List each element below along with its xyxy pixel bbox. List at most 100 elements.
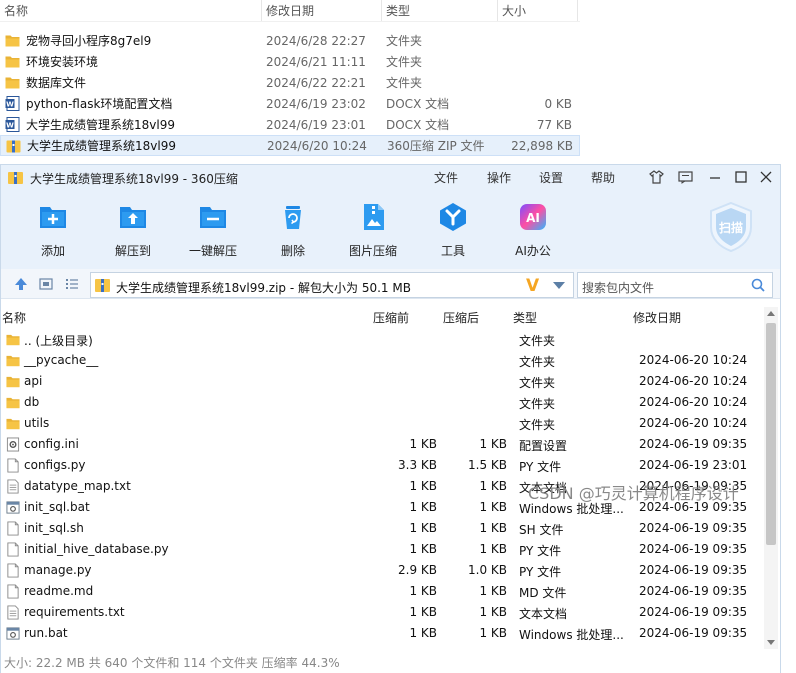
file-name: utils	[24, 416, 50, 430]
file-date: 2024-06-20 10:24	[639, 374, 748, 388]
zip-file-row[interactable]: utils 文件夹 2024-06-20 10:24	[1, 413, 763, 434]
file-size-before: 3.3 KB	[398, 458, 437, 472]
v-logo-icon: V	[526, 276, 540, 296]
explorer-row-size: 22,898 KB	[511, 138, 573, 153]
explorer-row-size: 0 KB	[544, 96, 572, 111]
file-icon	[6, 458, 20, 473]
explorer-row[interactable]: W 大学生成绩管理系统18vl99 2024/6/19 23:01 DOCX 文档 77…	[0, 114, 580, 135]
file-size-after: 1 KB	[479, 437, 507, 451]
explorer-col-date[interactable]: 修改日期	[262, 0, 382, 21]
file-size-after: 1 KB	[479, 626, 507, 640]
extract-to-button[interactable]: 解压到	[93, 201, 173, 259]
image-compress-button[interactable]: 图片压缩	[333, 201, 413, 259]
explorer-col-size[interactable]: 大小	[498, 0, 578, 21]
file-size-after: 1.5 KB	[468, 458, 507, 472]
file-date: 2024-06-19 09:35	[639, 563, 748, 577]
explorer-col-name-label: 名称	[4, 4, 29, 18]
folder-icon	[6, 374, 20, 389]
explorer-col-name[interactable]: 名称	[0, 0, 262, 21]
menu-settings[interactable]: 设置	[539, 169, 563, 186]
file-name: requirements.txt	[24, 605, 125, 619]
up-arrow-icon[interactable]	[14, 277, 28, 291]
search-icon[interactable]	[751, 278, 765, 292]
file-type: 文件夹	[519, 376, 556, 390]
file-type: SH 文件	[519, 523, 564, 537]
explorer-col-type-label: 类型	[386, 4, 411, 18]
vertical-scrollbar[interactable]	[764, 307, 778, 649]
file-icon	[6, 563, 20, 578]
maximize-icon[interactable]	[732, 168, 750, 186]
col-name[interactable]: 名称	[2, 309, 26, 326]
ai-office-button[interactable]: AI AI办公	[493, 201, 573, 259]
file-type: PY 文件	[519, 544, 562, 558]
tools-icon	[440, 203, 466, 231]
zip-file-row[interactable]: db 文件夹 2024-06-20 10:24	[1, 392, 763, 413]
zip-window: 大学生成绩管理系统18vl99 - 360压缩 文件 操作 设置 帮助 添加 解…	[0, 164, 781, 673]
file-name: api	[24, 374, 43, 388]
explorer-row-type: 文件夹	[386, 34, 423, 48]
svg-text:W: W	[6, 101, 14, 109]
zip-file-row[interactable]: initial_hive_database.py 1 KB 1 KB PY 文件 202…	[1, 539, 763, 560]
one-click-extract-button[interactable]: 一键解压	[173, 201, 253, 259]
delete-button[interactable]: 删除	[253, 201, 333, 259]
feedback-icon[interactable]	[676, 168, 694, 186]
explorer-row-name: 大学生成绩管理系统18vl99	[27, 139, 176, 153]
zip-file-row[interactable]: .. (上级目录) 文件夹	[1, 329, 763, 350]
file-size-before: 1 KB	[409, 521, 437, 535]
zip-file-row[interactable]: api 文件夹 2024-06-20 10:24	[1, 371, 763, 392]
path-dropdown-icon[interactable]	[553, 282, 565, 289]
zip-file-row[interactable]: init_sql.sh 1 KB 1 KB SH 文件 2024-06-19 09:35	[1, 518, 763, 539]
file-name: config.ini	[24, 437, 79, 451]
image-compress-label: 图片压缩	[348, 244, 397, 258]
scroll-thumb[interactable]	[766, 323, 776, 545]
add-button[interactable]: 添加	[13, 201, 93, 259]
view-thumbnail-icon[interactable]	[39, 277, 53, 291]
zip-archive-icon	[95, 279, 110, 292]
menu-help[interactable]: 帮助	[591, 169, 615, 186]
zip-file-row[interactable]: requirements.txt 1 KB 1 KB 文本文档 2024-06-19 0…	[1, 602, 763, 623]
file-size-after: 1 KB	[479, 542, 507, 556]
explorer-row[interactable]: 大学生成绩管理系统18vl99 2024/6/20 10:24 360压缩 ZIP …	[0, 135, 580, 156]
explorer-row[interactable]: 宠物寻回小程序8g7el9 2024/6/28 22:27 文件夹	[0, 30, 580, 51]
file-type: 文件夹	[519, 397, 556, 411]
file-list-header: 名称 压缩前 压缩后 类型 修改日期	[1, 307, 763, 327]
tools-button[interactable]: 工具	[413, 201, 493, 259]
col-after[interactable]: 压缩后	[443, 309, 479, 326]
minimize-icon[interactable]	[706, 168, 724, 186]
zip-file-row[interactable]: configs.py 3.3 KB 1.5 KB PY 文件 2024-06-19 23…	[1, 455, 763, 476]
folder-icon	[6, 332, 20, 347]
menu-operate[interactable]: 操作	[487, 169, 511, 186]
ai-office-label: AI办公	[515, 244, 551, 258]
explorer-row[interactable]: Wpython-flask环境配置文档 2024/6/19 23:02 DOCX 文…	[0, 93, 580, 114]
explorer-row[interactable]: 数据库文件 2024/6/22 22:21 文件夹	[0, 72, 580, 93]
scroll-down-icon[interactable]	[767, 640, 775, 645]
file-name: initial_hive_database.py	[24, 542, 169, 556]
search-input[interactable]: 搜索包内文件	[577, 272, 773, 298]
menu-file[interactable]: 文件	[434, 169, 458, 186]
zip-file-row[interactable]: readme.md 1 KB 1 KB MD 文件 2024-06-19 09:35	[1, 581, 763, 602]
explorer-row-date: 2024/6/19 23:01	[266, 117, 366, 132]
zip-file-row[interactable]: manage.py 2.9 KB 1.0 KB PY 文件 2024-06-19 09:…	[1, 560, 763, 581]
explorer-col-type[interactable]: 类型	[382, 0, 498, 21]
col-before[interactable]: 压缩前	[373, 309, 409, 326]
explorer-row-name: 环境安装环境	[26, 55, 99, 69]
file-date: 2024-06-19 09:35	[639, 605, 748, 619]
one-click-extract-label: 一键解压	[188, 244, 237, 258]
shield-scan-icon: 扫描	[710, 201, 752, 253]
col-type[interactable]: 类型	[513, 309, 537, 326]
zip-titlebar[interactable]: 大学生成绩管理系统18vl99 - 360压缩 文件 操作 设置 帮助	[1, 165, 780, 191]
skin-shirt-icon[interactable]	[647, 168, 665, 186]
col-date[interactable]: 修改日期	[633, 309, 681, 326]
explorer-row[interactable]: 环境安装环境 2024/6/21 11:11 文件夹	[0, 51, 580, 72]
close-icon[interactable]	[757, 168, 775, 186]
file-icon	[6, 542, 20, 557]
explorer-row-name: python-flask环境配置文档	[26, 97, 173, 111]
path-field[interactable]: 大学生成绩管理系统18vl99.zip - 解包大小为 50.1 MB V	[90, 272, 574, 298]
view-list-icon[interactable]	[65, 277, 79, 291]
zip-file-row[interactable]: run.bat 1 KB 1 KB Windows 批处理... 2024-06-19 …	[1, 623, 763, 644]
scan-button[interactable]: 扫描	[708, 201, 754, 253]
folder-icon	[6, 416, 20, 431]
scroll-up-icon[interactable]	[767, 311, 775, 316]
zip-file-row[interactable]: config.ini 1 KB 1 KB 配置设置 2024-06-19 09:35	[1, 434, 763, 455]
zip-file-row[interactable]: __pycache__ 文件夹 2024-06-20 10:24	[1, 350, 763, 371]
